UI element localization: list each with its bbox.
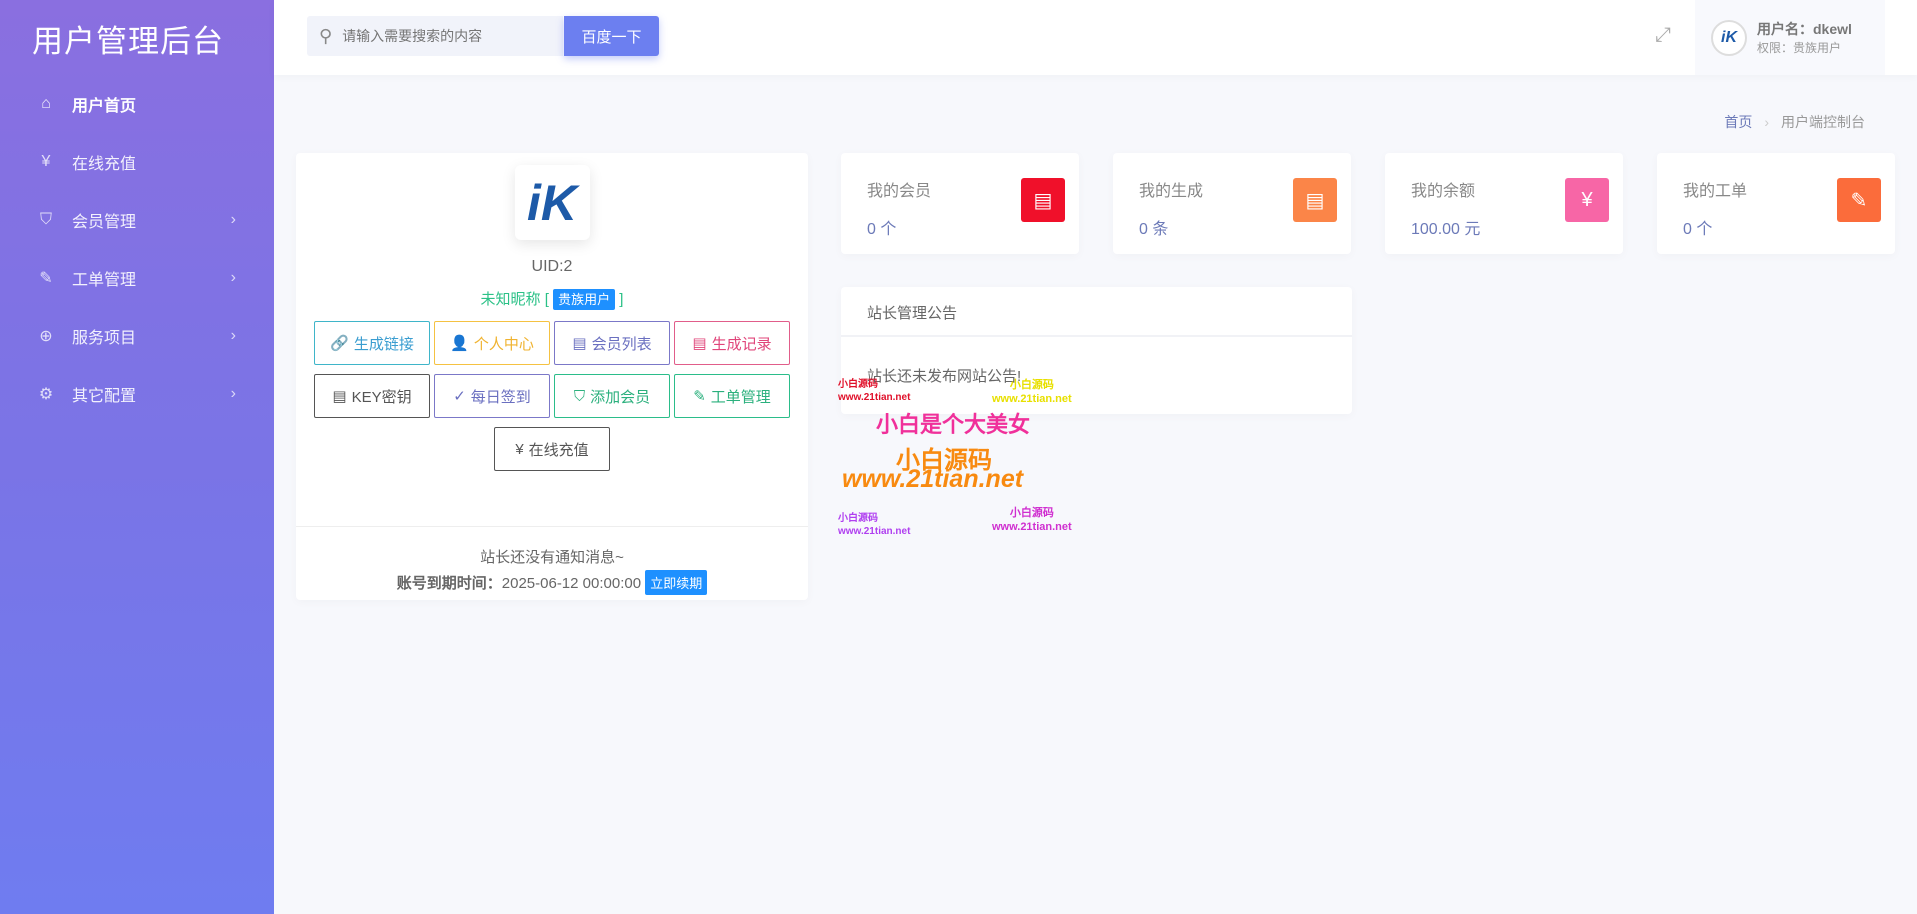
breadcrumb-current: 用户端控制台 bbox=[1781, 114, 1865, 130]
document-icon: ▤ bbox=[692, 335, 707, 352]
document-icon: ▤ bbox=[1293, 178, 1337, 222]
watermark: www.21tian.net bbox=[842, 465, 1024, 493]
add-member-button[interactable]: ⛉ 添加会员 bbox=[554, 374, 670, 418]
sidebar-item-tickets[interactable]: ✎ 工单管理 › bbox=[0, 249, 274, 307]
recharge-button[interactable]: ¥ 在线充值 bbox=[494, 427, 610, 471]
button-label: 生成记录 bbox=[711, 335, 772, 353]
user-icon: 👤 bbox=[450, 335, 469, 352]
search-box: ⚲ bbox=[307, 16, 563, 56]
key-button[interactable]: ▤ KEY密钥 bbox=[314, 374, 430, 418]
daily-checkin-button[interactable]: ✓ 每日签到 bbox=[434, 374, 550, 418]
link-icon: 🔗 bbox=[330, 335, 349, 352]
member-list-button[interactable]: ▤ 会员列表 bbox=[554, 321, 670, 365]
user-role: 权限：贵族用户 bbox=[1757, 41, 1842, 55]
breadcrumb-home[interactable]: 首页 bbox=[1724, 114, 1752, 130]
avatar: iK bbox=[1711, 19, 1747, 56]
button-label: 在线充值 bbox=[528, 441, 589, 459]
chevron-right-icon: › bbox=[230, 269, 236, 286]
shield-icon: ⛉ bbox=[39, 211, 52, 228]
globe-icon: ⊕ bbox=[39, 328, 53, 345]
sidebar: 用户管理后台 ⌂ 用户首页 ¥ 在线充值 ⛉ 会员管理 › ✎ 工单管理 › ⊕ 服务项目 › … bbox=[0, 0, 274, 914]
breadcrumb: 首页 › 用户端控制台 bbox=[1724, 112, 1865, 132]
sidebar-item-label: 在线充值 bbox=[72, 156, 137, 173]
level-badge: 贵族用户 bbox=[553, 289, 616, 310]
generate-link-button[interactable]: 🔗 生成链接 bbox=[314, 321, 430, 365]
stat-card-members: 我的会员 0 个 ▤ bbox=[841, 153, 1079, 254]
chevron-right-icon: › bbox=[230, 327, 236, 344]
notice-area: 站长还没有通知消息~ 账号到期时间：2025-06-12 00:00:00 立即… bbox=[296, 546, 808, 596]
button-label: 工单管理 bbox=[710, 388, 771, 406]
yen-icon: ¥ bbox=[41, 153, 51, 170]
button-label: 生成链接 bbox=[353, 335, 414, 353]
expire-row: 账号到期时间：2025-06-12 00:00:00 立即续期 bbox=[296, 570, 808, 596]
button-label: KEY密钥 bbox=[351, 388, 412, 406]
shield-icon: ⛉ bbox=[573, 387, 586, 405]
user-avatar: iK bbox=[514, 165, 590, 240]
divider bbox=[296, 526, 808, 527]
sidebar-item-services[interactable]: ⊕ 服务项目 › bbox=[0, 307, 274, 365]
search-input[interactable] bbox=[342, 28, 543, 44]
search-icon: ⚲ bbox=[319, 25, 333, 46]
search-button[interactable]: 百度一下 bbox=[564, 16, 659, 56]
watermark: 小白源码 www.21tian.net bbox=[992, 507, 1072, 533]
stat-card-generated: 我的生成 0 条 ▤ bbox=[1113, 153, 1351, 254]
username: 用户名：dkewl bbox=[1757, 21, 1852, 37]
sidebar-item-settings[interactable]: ⚙ 其它配置 › bbox=[0, 365, 274, 423]
sidebar-item-label: 会员管理 bbox=[72, 214, 137, 231]
sidebar-item-members[interactable]: ⛉ 会员管理 › bbox=[0, 191, 274, 249]
expire-value: 2025-06-12 00:00:00 bbox=[501, 575, 642, 592]
sidebar-item-home[interactable]: ⌂ 用户首页 bbox=[0, 75, 274, 133]
personal-center-button[interactable]: 👤 个人中心 bbox=[434, 321, 550, 365]
stat-card-balance: 我的余额 100.00 元 ¥ bbox=[1385, 153, 1623, 254]
watermark: 小白源码 www.21tian.net bbox=[838, 379, 911, 403]
ticket-icon: ✎ bbox=[1837, 178, 1881, 222]
ticket-icon: ✎ bbox=[39, 270, 53, 287]
button-label: 添加会员 bbox=[590, 388, 651, 406]
bracket: [ bbox=[544, 291, 549, 308]
sidebar-item-label: 服务项目 bbox=[72, 330, 137, 347]
user-uid: UID:2 bbox=[531, 258, 573, 275]
document-icon: ▤ bbox=[332, 388, 347, 405]
sidebar-item-label: 用户首页 bbox=[72, 98, 137, 115]
bracket: ] bbox=[619, 291, 624, 308]
sidebar-item-label: 其它配置 bbox=[72, 388, 137, 405]
document-icon: ▤ bbox=[1021, 178, 1065, 222]
top-header: ⚲ 百度一下 ⤢ iK 用户名：dkewl 权限：贵族用户 bbox=[274, 0, 1917, 75]
button-label: 每日签到 bbox=[470, 388, 531, 406]
expire-label: 账号到期时间： bbox=[396, 575, 502, 592]
chevron-right-icon: › bbox=[230, 211, 236, 228]
watermark: 小白是个大美女 bbox=[876, 412, 1031, 437]
fullscreen-icon[interactable]: ⤢ bbox=[1655, 24, 1671, 47]
home-icon: ⌂ bbox=[41, 95, 51, 112]
breadcrumb-separator: › bbox=[1764, 114, 1769, 130]
profile-card: iK UID:2 未知昵称 [ 贵族用户 ] 🔗 生成链接 👤 个人中心 ▤ 会员列表… bbox=[296, 153, 808, 600]
yen-icon: ¥ bbox=[1565, 178, 1609, 222]
generate-record-button[interactable]: ▤ 生成记录 bbox=[674, 321, 790, 365]
announcement-card: 站长管理公告 站长还未发布网站公告! bbox=[841, 287, 1352, 414]
sidebar-item-label: 工单管理 bbox=[72, 272, 137, 289]
nickname-row: 未知昵称 [ 贵族用户 ] bbox=[296, 288, 808, 310]
sidebar-item-recharge[interactable]: ¥ 在线充值 bbox=[0, 133, 274, 191]
yen-icon: ¥ bbox=[515, 440, 524, 458]
announcement-body: 站长还未发布网站公告! bbox=[867, 368, 1022, 385]
button-label: 个人中心 bbox=[473, 335, 534, 353]
notice-text: 站长还没有通知消息~ bbox=[480, 549, 624, 566]
announcement-title: 站长管理公告 bbox=[841, 287, 1352, 337]
document-icon: ▤ bbox=[572, 335, 587, 352]
user-menu[interactable]: iK 用户名：dkewl 权限：贵族用户 bbox=[1695, 0, 1885, 75]
check-circle-icon: ✓ bbox=[453, 388, 466, 405]
watermark: 小白源码 www.21tian.net bbox=[838, 513, 911, 537]
app-title: 用户管理后台 bbox=[32, 24, 224, 59]
ticket-manage-button[interactable]: ✎ 工单管理 bbox=[674, 374, 790, 418]
gear-icon: ⚙ bbox=[38, 386, 54, 403]
watermark: 小白源码 www.21tian.net bbox=[992, 379, 1072, 405]
button-label: 会员列表 bbox=[591, 335, 652, 353]
ticket-icon: ✎ bbox=[693, 388, 706, 405]
nickname: 未知昵称 bbox=[480, 291, 541, 308]
stat-card-tickets: 我的工单 0 个 ✎ bbox=[1657, 153, 1895, 254]
chevron-right-icon: › bbox=[230, 385, 236, 402]
renew-button[interactable]: 立即续期 bbox=[645, 570, 708, 595]
